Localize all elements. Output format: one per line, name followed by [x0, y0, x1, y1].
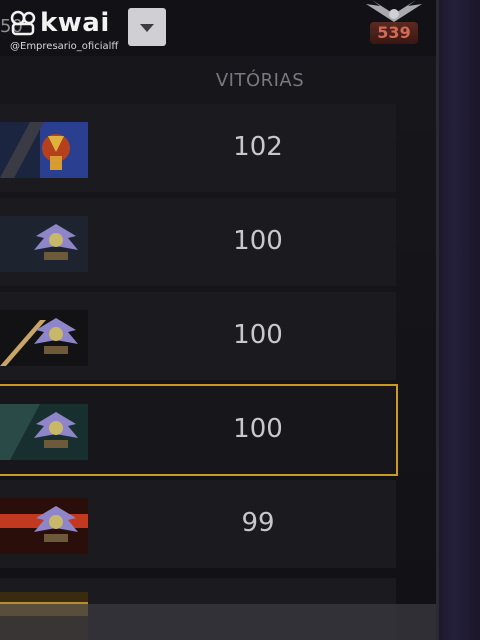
rank-emblem-icon — [0, 216, 88, 272]
rank-emblem-icon — [0, 498, 88, 554]
rank-badge: 539 — [362, 0, 426, 52]
wins-value: 99 — [241, 508, 275, 538]
column-header-wins: VITÓRIAS — [215, 70, 305, 91]
kwai-watermark: kwai @Empresario_oficialff — [10, 8, 120, 53]
table-row[interactable]: 102 — [0, 104, 396, 192]
chevron-down-icon — [140, 24, 154, 32]
dropdown-button[interactable] — [128, 8, 166, 46]
avatar — [0, 498, 88, 554]
table-row[interactable]: 99 — [0, 480, 396, 568]
kwai-logo: kwai — [10, 8, 120, 38]
watermark-username: @Empresario_oficialff — [10, 41, 119, 52]
avatar — [0, 404, 88, 460]
wins-value: 100 — [233, 414, 283, 444]
background-edge — [436, 0, 480, 640]
avatar — [0, 216, 88, 272]
divider — [436, 0, 439, 640]
rank-emblem-icon — [0, 404, 88, 460]
wins-value: 100 — [233, 226, 283, 256]
rank-emblem-icon — [0, 310, 88, 366]
kwai-camera-icon — [10, 10, 36, 36]
rank-emblem-icon — [0, 122, 88, 178]
bottom-overlay — [0, 604, 436, 640]
wins-value: 100 — [233, 320, 283, 350]
table-row-highlighted[interactable]: 100 — [0, 384, 398, 476]
avatar — [0, 310, 88, 366]
table-row[interactable]: 100 — [0, 198, 396, 286]
wins-value: 102 — [233, 132, 283, 162]
avatar — [0, 122, 88, 178]
kwai-logo-text: kwai — [40, 8, 110, 38]
badge-value: 539 — [370, 22, 418, 44]
table-row[interactable]: 100 — [0, 292, 396, 380]
